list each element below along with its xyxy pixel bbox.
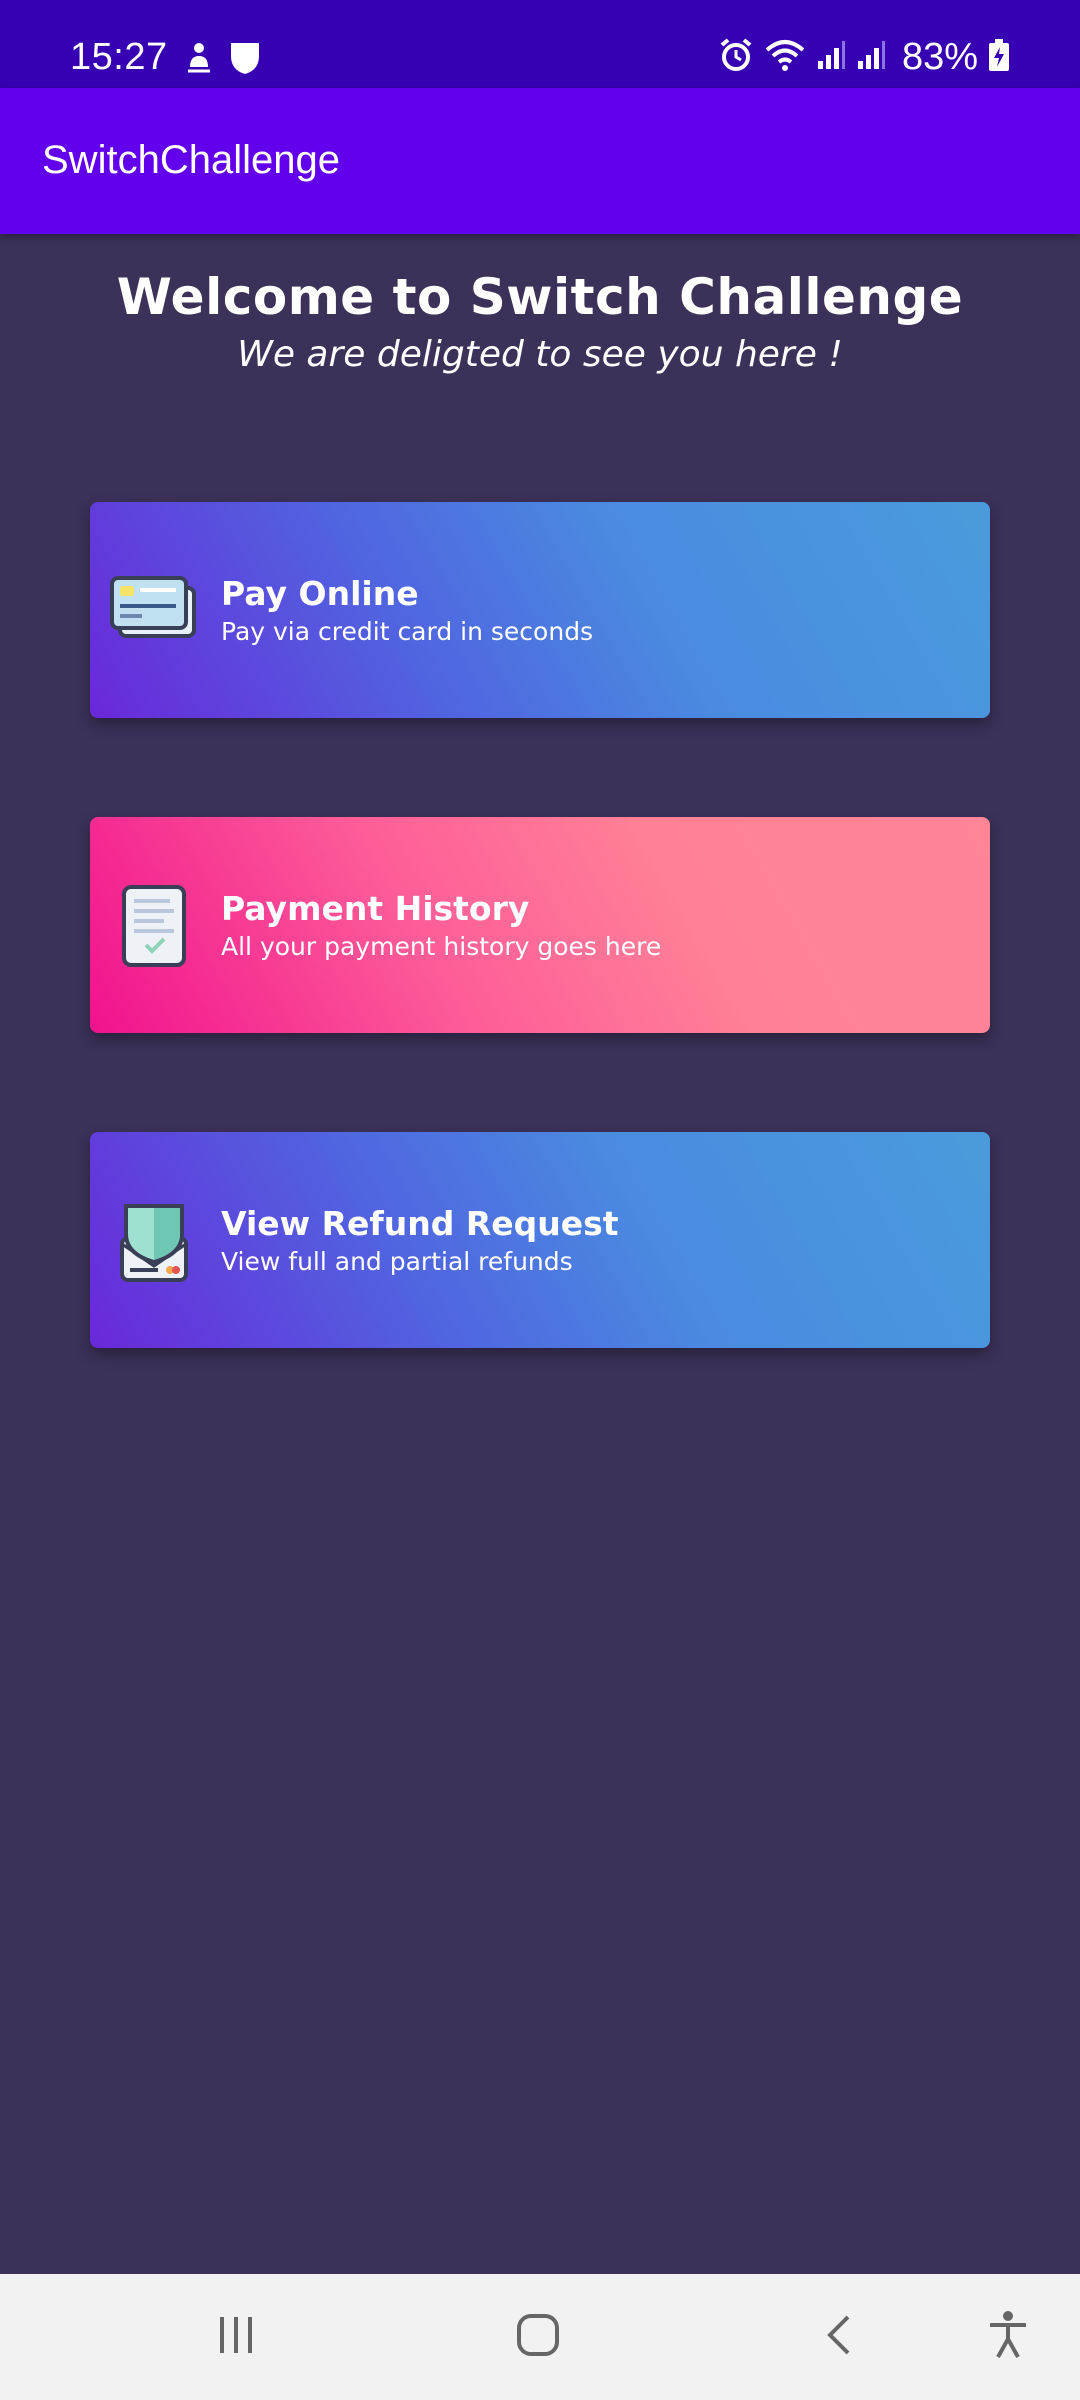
payment-history-card[interactable]: Payment History All your payment history… bbox=[90, 817, 990, 1033]
status-right-icons: 83% bbox=[718, 36, 1010, 79]
status-time: 15:27 bbox=[70, 36, 168, 78]
recents-icon bbox=[214, 2313, 258, 2362]
receipt-icon bbox=[110, 885, 200, 969]
view-refund-request-text: View Refund Request View full and partia… bbox=[221, 1204, 619, 1280]
signal-icon bbox=[856, 39, 886, 76]
welcome-title: Welcome to Switch Challenge bbox=[116, 268, 964, 326]
card-title: Payment History bbox=[221, 889, 530, 928]
card-title: Pay Online bbox=[221, 574, 419, 613]
recents-button[interactable] bbox=[196, 2304, 276, 2370]
signal-icon bbox=[816, 39, 846, 76]
home-icon bbox=[514, 2311, 562, 2364]
back-button[interactable] bbox=[800, 2304, 880, 2370]
refund-shield-icon bbox=[110, 1200, 200, 1284]
status-bar: 15:27 83% bbox=[0, 0, 1080, 88]
home-button[interactable] bbox=[498, 2304, 578, 2370]
battery-charging-icon bbox=[988, 38, 1010, 77]
card-title: View Refund Request bbox=[221, 1204, 619, 1243]
welcome-header: Welcome to Switch Challenge We are delig… bbox=[0, 268, 1080, 375]
accessibility-button[interactable] bbox=[968, 2304, 1048, 2370]
payment-history-text: Payment History All your payment history… bbox=[221, 889, 661, 965]
alarm-icon bbox=[718, 37, 754, 78]
person-icon bbox=[184, 41, 214, 80]
pay-online-card[interactable]: Pay Online Pay via credit card in second… bbox=[90, 502, 990, 718]
battery-percent: 83% bbox=[901, 36, 978, 78]
card-subtitle: All your payment history goes here bbox=[221, 932, 662, 961]
wifi-icon bbox=[764, 38, 806, 77]
pay-online-text: Pay Online Pay via credit card in second… bbox=[221, 574, 593, 650]
app-bar: SwitchChallenge bbox=[0, 88, 1080, 234]
back-icon bbox=[820, 2311, 860, 2364]
accessibility-icon bbox=[986, 2309, 1030, 2366]
status-left-icons bbox=[184, 40, 262, 81]
app-title: SwitchChallenge bbox=[42, 138, 340, 182]
shield-icon bbox=[228, 40, 262, 81]
navigation-bar bbox=[0, 2274, 1080, 2400]
card-subtitle: Pay via credit card in seconds bbox=[221, 617, 594, 646]
card-subtitle: View full and partial refunds bbox=[221, 1247, 573, 1276]
credit-card-icon bbox=[110, 570, 200, 654]
welcome-subtitle: We are deligted to see you here ! bbox=[237, 334, 843, 375]
view-refund-request-card[interactable]: View Refund Request View full and partia… bbox=[90, 1132, 990, 1348]
